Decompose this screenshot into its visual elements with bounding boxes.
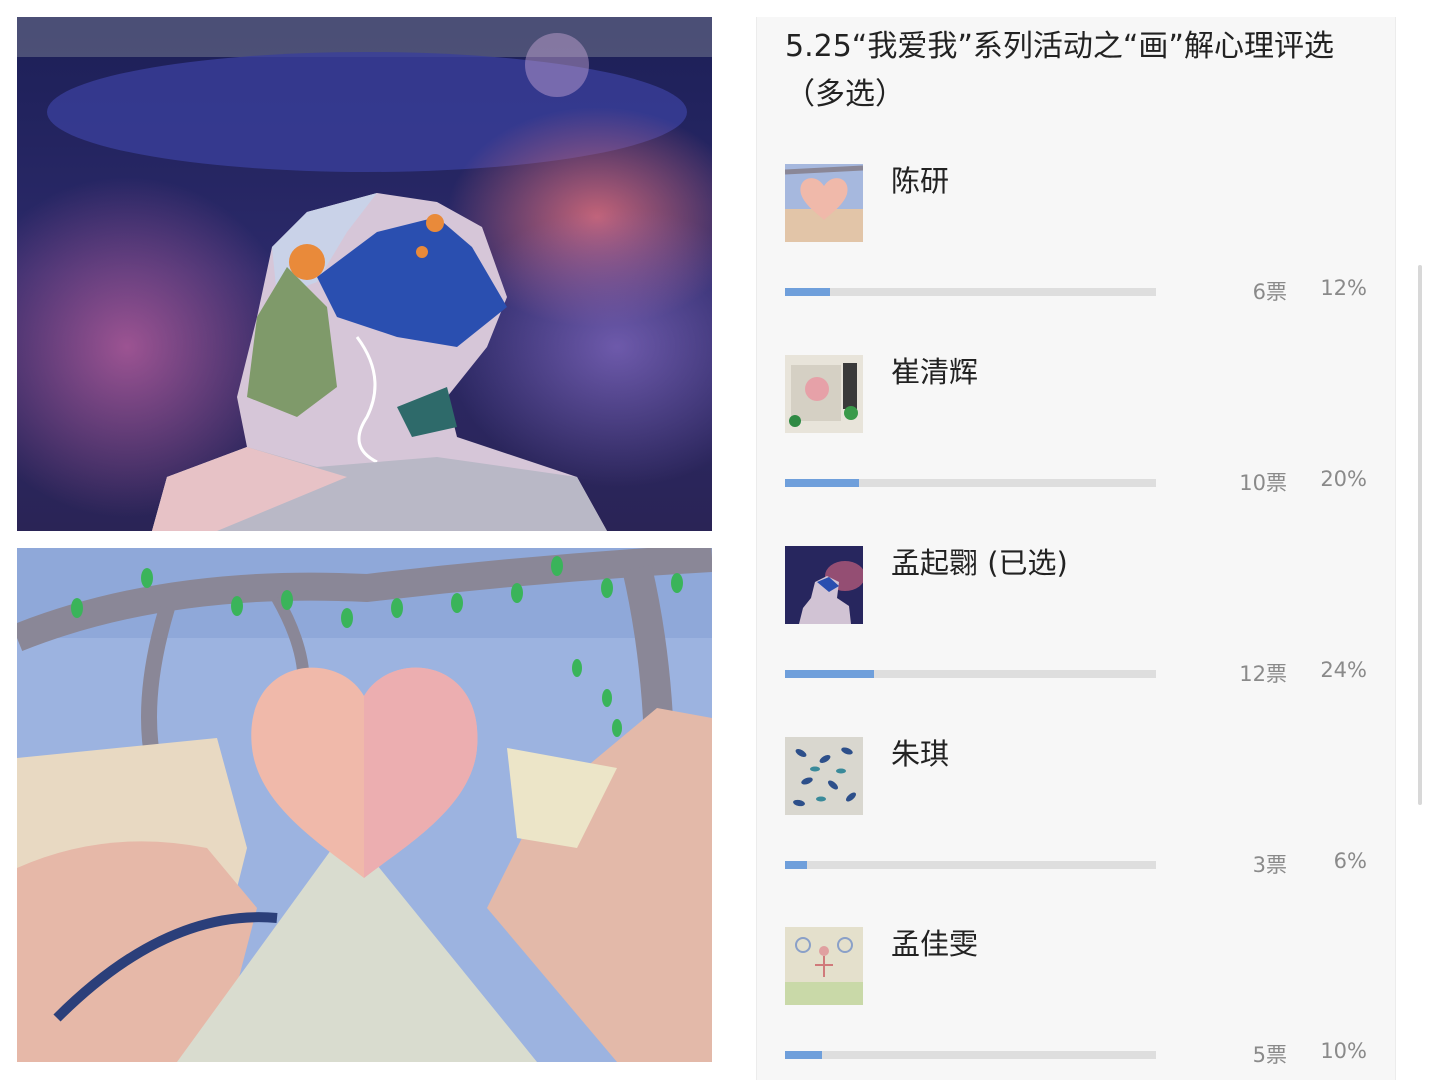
vote-percent: 12% xyxy=(1320,276,1367,300)
option-thumbnail[interactable] xyxy=(785,355,863,433)
option-name: 崔清辉 xyxy=(891,355,979,389)
option-name: 孟起翾 (已选) xyxy=(891,546,1068,580)
poll-option[interactable]: 孟佳雯 5票 10% xyxy=(785,927,1367,1080)
vote-percent: 20% xyxy=(1320,467,1367,491)
poll-option[interactable]: 孟起翾 (已选) 12票 24% xyxy=(785,546,1367,736)
poll-option[interactable]: 朱琪 3票 6% xyxy=(785,737,1367,927)
option-name: 孟佳雯 xyxy=(891,927,979,961)
progress-fill xyxy=(785,670,875,678)
progress-fill xyxy=(785,861,808,869)
option-name: 陈研 xyxy=(891,164,950,198)
progress-bar xyxy=(785,861,1156,869)
artwork-silhouette-night[interactable] xyxy=(17,17,712,531)
option-name: 朱琪 xyxy=(891,737,950,771)
poll-panel: 5.25“我爱我”系列活动之“画”解心理评选（多选） 陈研 6票 12% 崔清辉… xyxy=(756,17,1396,1080)
progress-bar xyxy=(785,288,1156,296)
progress-fill xyxy=(785,1051,823,1059)
vote-percent: 6% xyxy=(1333,849,1367,873)
progress-bar xyxy=(785,1051,1156,1059)
option-thumbnail[interactable] xyxy=(785,927,863,1005)
vote-count: 6票 xyxy=(1252,280,1287,304)
option-thumbnail[interactable] xyxy=(785,546,863,624)
progress-fill xyxy=(785,288,830,296)
progress-bar xyxy=(785,479,1156,487)
vote-percent: 10% xyxy=(1320,1039,1367,1063)
scrollbar[interactable] xyxy=(1418,265,1422,805)
vote-count: 3票 xyxy=(1252,853,1287,877)
vote-count: 12票 xyxy=(1239,662,1287,686)
poll-title: 5.25“我爱我”系列活动之“画”解心理评选（多选） xyxy=(785,29,1334,112)
vote-percent: 24% xyxy=(1320,658,1367,682)
progress-fill xyxy=(785,479,860,487)
poll-option[interactable]: 陈研 6票 12% xyxy=(785,164,1367,354)
poll-option[interactable]: 崔清辉 10票 20% xyxy=(785,355,1367,545)
option-thumbnail[interactable] xyxy=(785,737,863,815)
vote-count: 5票 xyxy=(1252,1043,1287,1067)
progress-bar xyxy=(785,670,1156,678)
vote-count: 10票 xyxy=(1239,471,1287,495)
artwork-heart-painting[interactable] xyxy=(17,548,712,1062)
option-thumbnail[interactable] xyxy=(785,164,863,242)
